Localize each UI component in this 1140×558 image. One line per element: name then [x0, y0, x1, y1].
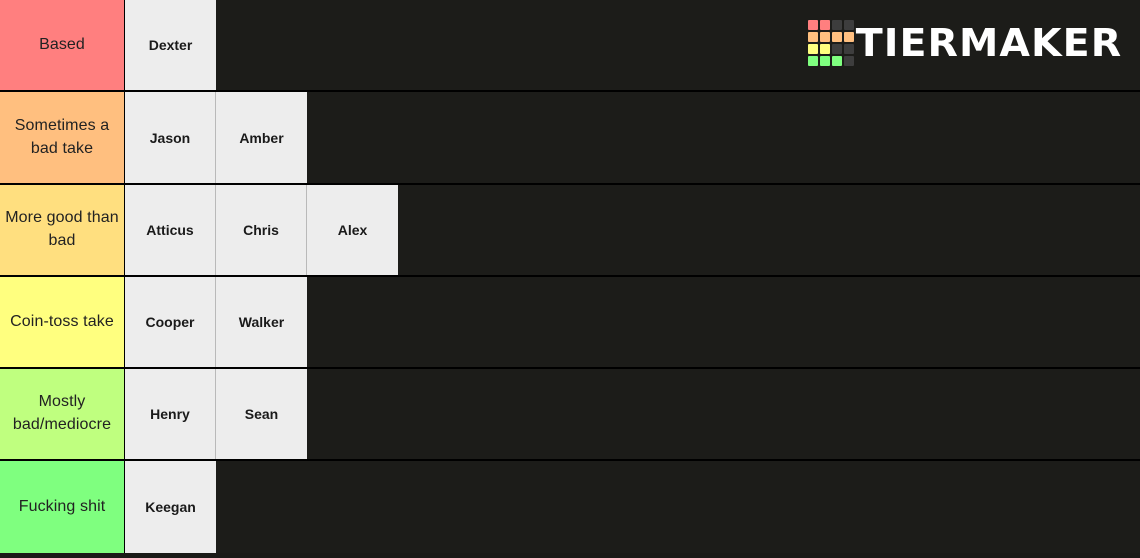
- logo-grid-cell: [819, 32, 830, 42]
- tier-item[interactable]: Alex: [307, 185, 398, 275]
- tier-row: Mostly bad/mediocre Henry Sean: [0, 369, 1140, 461]
- tier-item[interactable]: Chris: [216, 185, 307, 275]
- tier-row: Coin-toss take Cooper Walker: [0, 277, 1140, 369]
- tiermaker-brand: TIERMAKER: [807, 18, 1122, 68]
- tier-items-strip: Henry Sean: [125, 369, 1140, 459]
- tier-item[interactable]: Henry: [125, 369, 216, 459]
- tier-label[interactable]: Sometimes a bad take: [0, 92, 125, 183]
- logo-grid-cell: [843, 20, 854, 30]
- tier-row: Sometimes a bad take Jason Amber: [0, 92, 1140, 185]
- logo-grid-cell: [807, 32, 818, 42]
- tiermaker-grid-logo-icon: [807, 20, 854, 66]
- tier-row: More good than bad Atticus Chris Alex: [0, 185, 1140, 277]
- tier-item[interactable]: Keegan: [125, 461, 216, 553]
- tier-items-strip: Atticus Chris Alex: [125, 185, 1140, 275]
- tier-items-strip: Jason Amber: [125, 92, 1140, 183]
- tier-label[interactable]: More good than bad: [0, 185, 125, 275]
- logo-grid-cell: [819, 44, 830, 54]
- tier-label[interactable]: Fucking shit: [0, 461, 125, 553]
- tier-item[interactable]: Walker: [216, 277, 307, 367]
- logo-grid-cell: [807, 56, 818, 66]
- tier-label[interactable]: Mostly bad/mediocre: [0, 369, 125, 459]
- logo-grid-cell: [831, 44, 842, 54]
- tier-items-strip: Keegan: [125, 461, 1140, 553]
- tier-item[interactable]: Jason: [125, 92, 216, 183]
- logo-grid-cell: [843, 32, 854, 42]
- tier-label[interactable]: Based: [0, 0, 125, 90]
- tier-items-strip: Cooper Walker: [125, 277, 1140, 367]
- logo-grid-cell: [831, 56, 842, 66]
- logo-grid-cell: [819, 56, 830, 66]
- logo-grid-cell: [843, 44, 854, 54]
- logo-grid-cell: [807, 20, 818, 30]
- logo-grid-cell: [819, 20, 830, 30]
- tier-rows-container: Based Dexter Sometimes a bad take Jason Ambe…: [0, 0, 1140, 553]
- logo-grid-cell: [831, 20, 842, 30]
- logo-grid-cell: [831, 32, 842, 42]
- tiermaker-wordmark: TIERMAKER: [855, 21, 1122, 65]
- tier-item[interactable]: Cooper: [125, 277, 216, 367]
- tier-item[interactable]: Amber: [216, 92, 307, 183]
- tier-item[interactable]: Atticus: [125, 185, 216, 275]
- tier-item[interactable]: Sean: [216, 369, 307, 459]
- tier-row: Fucking shit Keegan: [0, 461, 1140, 553]
- tier-list-board: Based Dexter Sometimes a bad take Jason Ambe…: [0, 0, 1140, 558]
- tier-item[interactable]: Dexter: [125, 0, 216, 90]
- tier-label[interactable]: Coin-toss take: [0, 277, 125, 367]
- logo-grid-cell: [807, 44, 818, 54]
- logo-grid-cell: [843, 56, 854, 66]
